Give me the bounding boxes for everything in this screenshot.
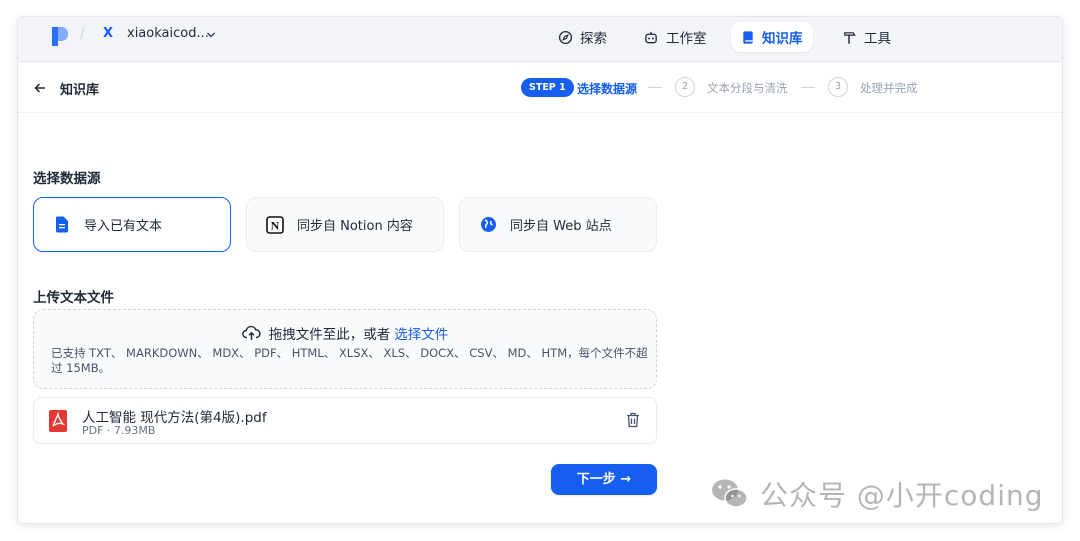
nav-explore-label: 探索 (580, 31, 607, 47)
page-title[interactable]: 知识库 (60, 79, 99, 98)
page-header: 知识库 STEP 1 选择数据源 2 文本分段与清洗 3 处理并完成 (18, 62, 1062, 113)
top-navbar: / X xiaokaicod... 探索 工作室 知识库 工具 (18, 17, 1062, 62)
step-3-label: 处理并完成 (860, 81, 918, 95)
file-meta: PDF · 7.93MB (82, 424, 156, 437)
dropzone-prompt: 拖拽文件至此，或者 (268, 327, 391, 343)
source-option-notion[interactable]: N 同步自 Notion 内容 (246, 197, 444, 252)
source-option-label: 同步自 Notion 内容 (297, 219, 413, 234)
uploaded-file-item: 人工智能 现代方法(第4版).pdf PDF · 7.93MB (33, 397, 657, 444)
file-dropzone[interactable]: 拖拽文件至此，或者 选择文件 已支持 TXT、 MARKDOWN、 MDX、 P… (33, 309, 657, 389)
next-step-button[interactable]: 下一步 → (551, 464, 657, 495)
step-2-label: 文本分段与清洗 (707, 81, 788, 95)
book-icon (743, 30, 753, 44)
globe-icon (478, 215, 498, 235)
step-2-number: 2 (675, 77, 695, 97)
workspace-name[interactable]: xiaokaicod... (127, 26, 209, 41)
step-1-badge: STEP 1 (521, 78, 574, 97)
app-window: / X xiaokaicod... 探索 工作室 知识库 工具 知识库 STEP… (18, 17, 1062, 523)
watermark-text: 公众号 @小开coding (760, 479, 1044, 512)
source-option-label: 导入已有文本 (84, 219, 163, 234)
hammer-icon (844, 31, 856, 44)
notion-icon: N (265, 215, 285, 235)
chevron-down-icon[interactable] (206, 25, 216, 45)
nav-tools-label: 工具 (864, 31, 891, 47)
svg-text:N: N (271, 218, 280, 232)
nav-tools[interactable]: 工具 (832, 22, 901, 52)
wechat-icon (712, 479, 748, 508)
nav-knowledge[interactable]: 知识库 (731, 22, 813, 52)
compass-icon (558, 30, 573, 44)
app-logo-icon[interactable] (49, 25, 71, 47)
pdf-file-icon (49, 410, 67, 432)
source-option-import-text[interactable]: 导入已有文本 (33, 197, 231, 252)
source-option-label: 同步自 Web 站点 (510, 219, 612, 234)
source-option-web[interactable]: 同步自 Web 站点 (459, 197, 657, 252)
workspace-avatar[interactable]: X (103, 26, 113, 41)
nav-studio-label: 工作室 (666, 31, 707, 47)
step-1-label: 选择数据源 (577, 82, 638, 96)
robot-icon (645, 31, 657, 43)
trash-icon[interactable] (626, 412, 640, 428)
supported-formats-text: 已支持 TXT、 MARKDOWN、 MDX、 PDF、 HTML、 XLSX、… (51, 346, 648, 375)
upload-section-title: 上传文本文件 (33, 290, 114, 306)
step-3-number: 3 (828, 77, 848, 97)
nav-knowledge-label: 知识库 (762, 31, 803, 47)
step-divider (801, 87, 815, 88)
file-icon (52, 215, 72, 235)
datasource-section-title: 选择数据源 (33, 171, 101, 187)
nav-explore[interactable]: 探索 (548, 22, 617, 52)
cloud-upload-icon (241, 325, 261, 340)
select-file-link[interactable]: 选择文件 (394, 323, 448, 343)
back-arrow-icon[interactable] (33, 81, 47, 95)
step-divider (648, 87, 662, 88)
dropzone-prompt-row: 拖拽文件至此，或者 选择文件 (34, 323, 656, 343)
file-name: 人工智能 现代方法(第4版).pdf (82, 410, 267, 426)
watermark: 公众号 @小开coding (710, 474, 1044, 514)
breadcrumb-separator: / (80, 26, 85, 42)
nav-studio[interactable]: 工作室 (633, 22, 717, 52)
